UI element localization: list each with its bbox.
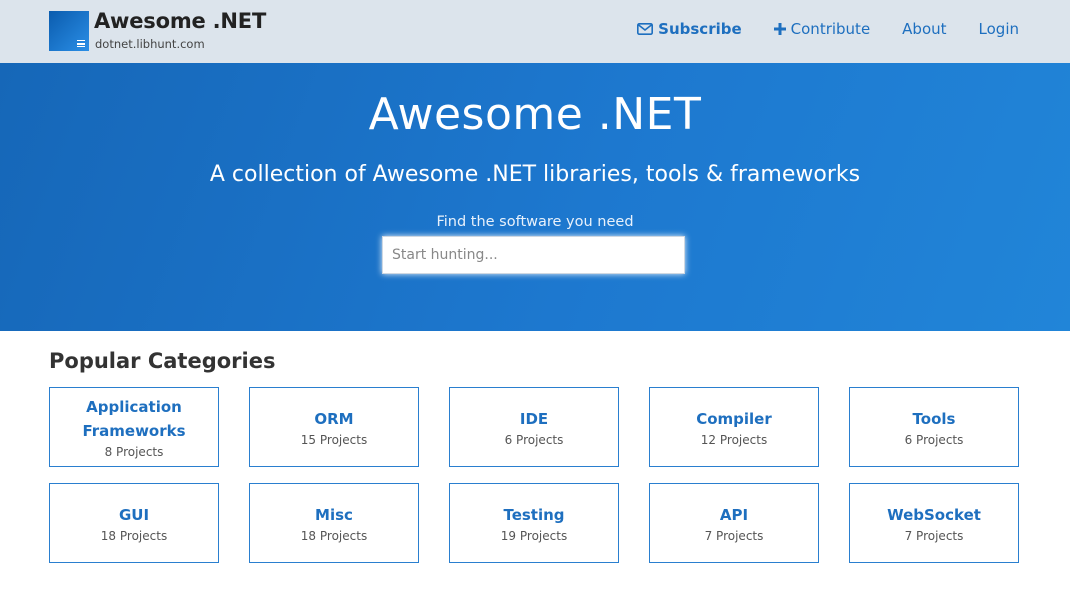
contribute-label: Contribute [790,20,871,38]
login-link[interactable]: Login [979,20,1019,38]
category-name: WebSocket [887,506,981,524]
category-name: Tools [912,410,956,428]
category-count: 15 Projects [300,433,368,447]
category-name: API [719,506,749,524]
category-count: 12 Projects [700,433,768,447]
hero-tagline: A collection of Awesome .NET libraries, … [209,162,861,187]
category-card-compiler[interactable]: Compiler 12 Projects [649,387,819,467]
category-count: 7 Projects [704,529,764,543]
hero-title: Awesome .NET [368,89,702,140]
category-card-orm[interactable]: ORM 15 Projects [249,387,419,467]
category-name: GUI [118,506,150,524]
category-card-misc[interactable]: Misc 18 Projects [249,483,419,563]
category-card-api[interactable]: API 7 Projects [649,483,819,563]
menu-lines-icon [77,40,85,47]
category-count: 19 Projects [500,529,568,543]
hero-banner: Awesome .NET A collection of Awesome .NE… [0,63,1070,331]
search-input[interactable] [382,236,685,274]
category-name: Misc [315,506,353,524]
category-name: Testing [503,506,565,524]
about-link[interactable]: About [902,20,946,38]
envelope-icon [637,23,654,35]
search-prompt: Find the software you need [436,214,634,230]
category-name: IDE [519,410,549,428]
category-card-tools[interactable]: Tools 6 Projects [849,387,1019,467]
category-name: ORM [314,410,354,428]
category-count: 6 Projects [504,433,564,447]
category-count: 7 Projects [904,529,964,543]
category-count: 18 Projects [100,529,168,543]
top-header: Awesome .NET dotnet.libhunt.com Subscrib… [0,0,1070,63]
libhunt-logo-icon[interactable] [49,11,89,51]
login-label: Login [978,20,1019,38]
about-label: About [902,20,947,38]
category-count: 8 Projects [104,445,164,459]
category-name: Application Frameworks [82,398,186,440]
contribute-link[interactable]: Contribute [773,20,871,38]
popular-categories-title: Popular Categories [49,349,276,373]
category-card-ide[interactable]: IDE 6 Projects [449,387,619,467]
category-card-websocket[interactable]: WebSocket 7 Projects [849,483,1019,563]
category-count: 6 Projects [904,433,964,447]
main-nav: Subscribe Contribute About Login [637,20,1019,38]
subscribe-label: Subscribe [658,20,742,38]
category-card-testing[interactable]: Testing 19 Projects [449,483,619,563]
category-card-gui[interactable]: GUI 18 Projects [49,483,219,563]
category-card-application-frameworks[interactable]: Application Frameworks 8 Projects [49,387,219,467]
brand-subtitle: dotnet.libhunt.com [95,37,205,51]
brand-title[interactable]: Awesome .NET [94,9,266,33]
plus-icon [773,23,786,35]
category-count: 18 Projects [300,529,368,543]
category-name: Compiler [696,410,772,428]
subscribe-link[interactable]: Subscribe [637,20,742,38]
categories-grid: Application Frameworks 8 Projects ORM 15… [49,387,1019,563]
